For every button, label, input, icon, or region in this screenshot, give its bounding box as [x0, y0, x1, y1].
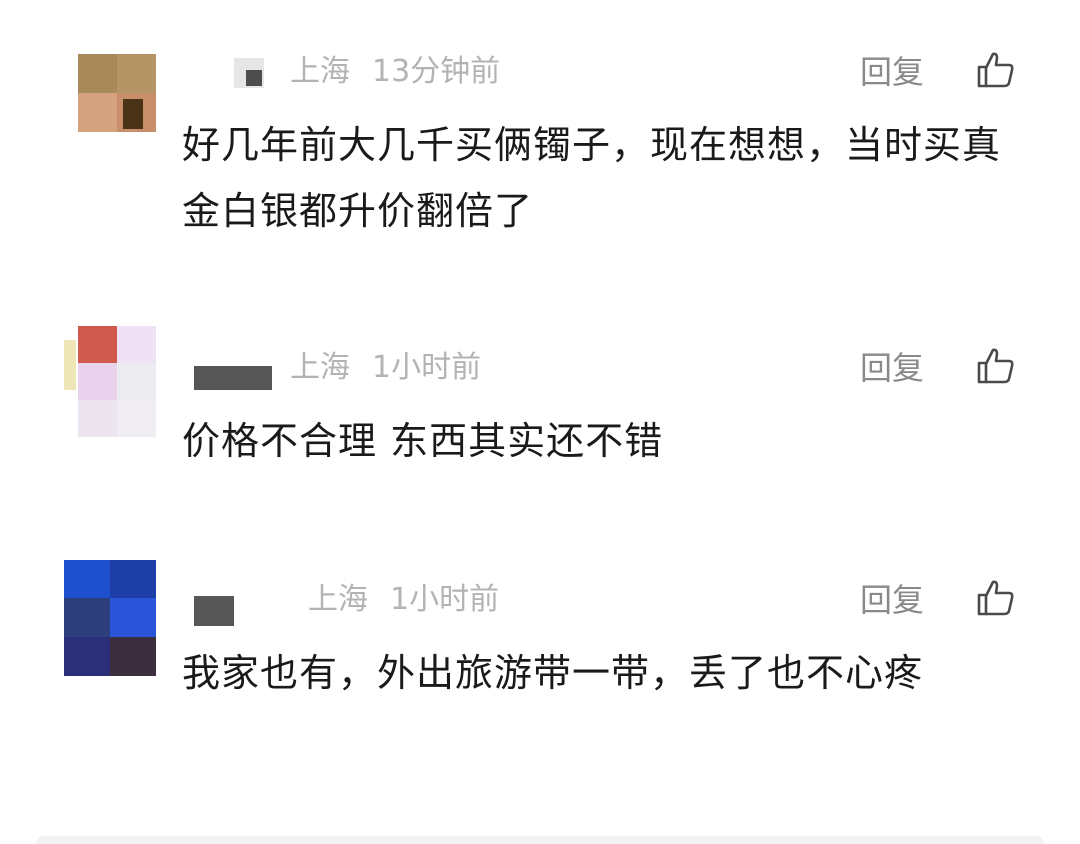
comment-text: 价格不合理 东西其实还不错	[182, 419, 664, 463]
avatar[interactable]	[78, 54, 156, 132]
comment-time: 13分钟前	[372, 54, 501, 89]
avatar[interactable]	[64, 560, 156, 676]
username-redacted[interactable]	[234, 58, 264, 88]
username-redacted[interactable]	[194, 596, 234, 626]
reply-button[interactable]: 回复	[860, 52, 924, 92]
comment-time: 1小时前	[372, 350, 482, 385]
avatar-edge	[64, 340, 76, 390]
comment-location: 上海	[290, 350, 350, 385]
thumbs-up-icon[interactable]	[976, 578, 1016, 618]
thumbs-up-icon[interactable]	[976, 50, 1016, 90]
comment-location: 上海	[290, 54, 350, 89]
comment-location: 上海	[308, 582, 368, 617]
bottom-input-bar[interactable]	[36, 836, 1044, 844]
comment-text: 我家也有，外出旅游带一带，丢了也不心疼	[182, 651, 924, 695]
username-redacted[interactable]	[194, 366, 272, 390]
thumbs-up-icon[interactable]	[976, 346, 1016, 386]
comment-time: 1小时前	[390, 582, 500, 617]
avatar[interactable]	[78, 326, 156, 437]
comment-text: 好几年前大几千买俩镯子，现在想想，当时买真金白银都升价翻倍了	[182, 123, 1002, 233]
reply-button[interactable]: 回复	[860, 580, 924, 620]
reply-button[interactable]: 回复	[860, 348, 924, 388]
